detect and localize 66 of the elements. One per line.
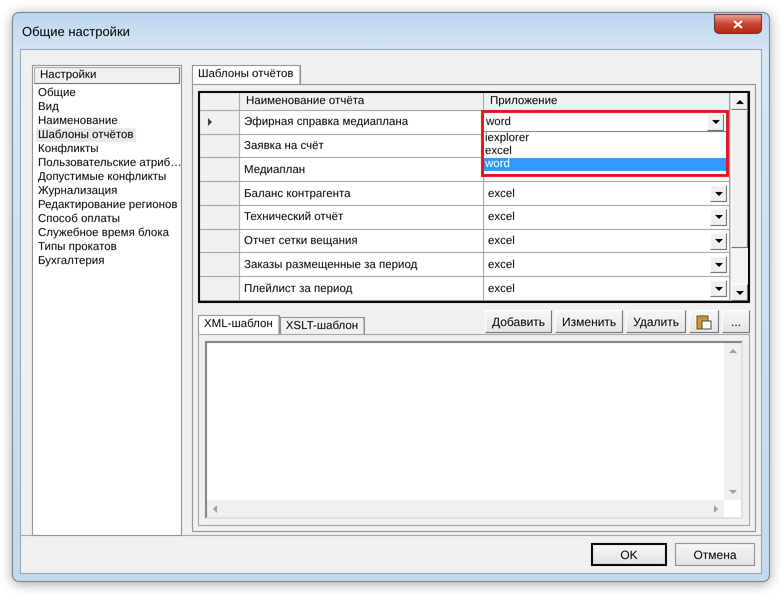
- left-arrow-icon: [211, 504, 219, 512]
- app-dropdown[interactable]: excel: [484, 206, 730, 229]
- current-row-icon: [206, 118, 214, 126]
- settings-item[interactable]: Журнализация: [36, 184, 120, 198]
- toolbar-button[interactable]: Удалить: [626, 310, 686, 333]
- caret-icon: [714, 284, 722, 293]
- settings-item[interactable]: Типы прокатов: [36, 240, 119, 254]
- toolbar-button[interactable]: Добавить: [484, 310, 552, 333]
- dropdown-button[interactable]: [710, 256, 727, 274]
- column-header: Наименование отчёта: [240, 93, 484, 110]
- settings-item[interactable]: Пользовательские атриб…: [36, 156, 184, 170]
- down-arrow-icon: [728, 488, 736, 496]
- settings-item[interactable]: Общие: [36, 86, 78, 100]
- dropdown-button[interactable]: [707, 114, 724, 130]
- window-title: Общие настройки: [21, 24, 130, 38]
- dropdown-button[interactable]: [710, 208, 727, 226]
- open-dropdown[interactable]: word iexplorer excel word: [481, 110, 729, 177]
- app-dropdown[interactable]: excel: [484, 253, 730, 276]
- scrollbar[interactable]: [730, 93, 748, 301]
- app-dropdown[interactable]: excel: [484, 277, 730, 300]
- up-arrow-icon: [728, 347, 736, 355]
- settings-item[interactable]: Способ оплаты: [36, 212, 122, 226]
- column-header: Приложение: [484, 93, 730, 110]
- caret-icon: [714, 213, 722, 222]
- right-arrow-icon: [712, 504, 720, 512]
- caret-icon: [712, 118, 720, 126]
- down-arrow-icon: [736, 288, 744, 296]
- caret-icon: [714, 237, 722, 246]
- clipboard-icon: [696, 314, 712, 330]
- settings-item[interactable]: Редактирование регионов: [36, 198, 180, 212]
- caret-icon: [714, 260, 722, 269]
- horizontal-scrollbar[interactable]: [207, 500, 724, 517]
- table-cell: Баланс контрагента: [240, 182, 484, 205]
- scroll-thumb[interactable]: [731, 110, 748, 248]
- settings-item[interactable]: Конфликты: [36, 142, 100, 156]
- dropdown-button[interactable]: [710, 232, 727, 250]
- table-cell: Технический отчёт: [240, 206, 484, 229]
- scroll-down-button[interactable]: [731, 284, 748, 301]
- list-header: Настройки: [34, 67, 180, 84]
- dialog-button[interactable]: OK: [591, 543, 667, 566]
- app-dropdown[interactable]: excel: [484, 230, 730, 252]
- settings-item[interactable]: Служебное время блока: [36, 226, 171, 240]
- scroll-up-button[interactable]: [731, 93, 748, 110]
- caret-icon: [714, 190, 722, 198]
- settings-item[interactable]: Шаблоны отчётов: [36, 128, 136, 142]
- table-cell: Заказы размещенные за период: [240, 253, 484, 276]
- settings-item[interactable]: Наименование: [36, 114, 120, 128]
- tab[interactable]: Шаблоны отчётов: [192, 65, 300, 84]
- close-icon: [733, 20, 743, 28]
- tab[interactable]: XML-шаблон: [198, 315, 280, 334]
- app-dropdown[interactable]: excel: [484, 182, 730, 205]
- table-cell: Плейлист за период: [240, 277, 484, 300]
- table-cell: Отчет сетки вещания: [240, 230, 484, 252]
- tab[interactable]: XSLT-шаблон: [280, 317, 366, 334]
- toolbar-button[interactable]: ...: [722, 310, 750, 333]
- dialog-button[interactable]: Отмена: [675, 543, 755, 566]
- close-button[interactable]: [714, 14, 762, 34]
- settings-item[interactable]: Бухгалтерия: [36, 254, 106, 268]
- vertical-scrollbar[interactable]: [724, 343, 741, 500]
- paste-button[interactable]: [689, 310, 719, 333]
- up-arrow-icon: [736, 98, 744, 106]
- toolbar-button[interactable]: Изменить: [555, 310, 624, 333]
- settings-item[interactable]: Вид: [36, 100, 61, 114]
- dropdown-button[interactable]: [710, 280, 727, 298]
- dropdown-button[interactable]: [710, 185, 727, 202]
- settings-item[interactable]: Допустимые конфликты: [36, 170, 168, 184]
